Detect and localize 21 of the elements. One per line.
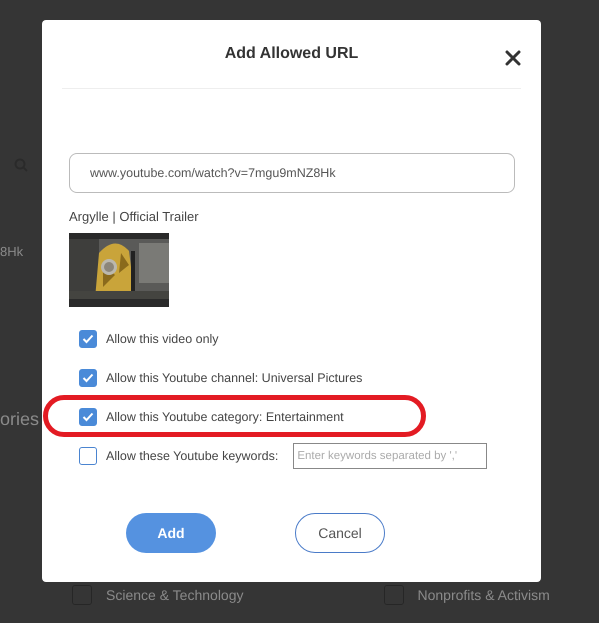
url-field[interactable]: www.youtube.com/watch?v=7mgu9mNZ8Hk: [69, 153, 515, 193]
option-label: Allow this video only: [106, 332, 219, 346]
category-label: Nonprofits & Activism: [418, 587, 550, 603]
keywords-field[interactable]: Enter keywords separated by ',': [293, 443, 488, 469]
checkbox[interactable]: [79, 330, 97, 348]
option-label: Allow this Youtube category: Entertainment: [106, 410, 344, 424]
section-heading: ories: [0, 409, 40, 430]
close-icon[interactable]: [505, 50, 521, 66]
video-title: Argylle | Official Trailer: [69, 209, 200, 224]
option-label: Allow this Youtube channel: Universal Pictures: [106, 371, 362, 385]
check-icon: [82, 373, 94, 383]
checkbox[interactable]: [79, 369, 97, 387]
check-icon: [82, 334, 94, 344]
option-label: Allow these Youtube keywords:: [106, 449, 278, 463]
url-text: 8Hk: [0, 244, 24, 259]
category-label: Science & Technology: [106, 587, 244, 603]
check-icon: [82, 412, 94, 422]
dialog-title: Add Allowed URL: [224, 45, 358, 63]
checkbox[interactable]: [79, 408, 97, 426]
cancel-button[interactable]: Cancel: [295, 513, 385, 553]
checkbox[interactable]: [79, 447, 97, 465]
